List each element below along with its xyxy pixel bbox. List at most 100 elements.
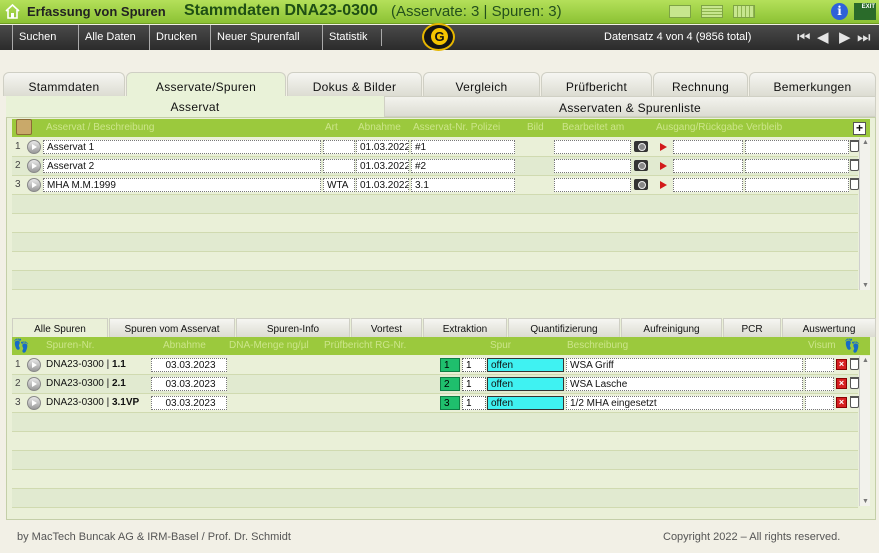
spur-visum[interactable] (805, 358, 834, 372)
home-icon[interactable] (4, 3, 21, 20)
open-arrow-icon[interactable] (27, 377, 41, 391)
trash-icon[interactable] (850, 178, 859, 190)
play-icon[interactable] (660, 162, 667, 170)
tab-spuren-info[interactable]: Spuren-Info (236, 318, 350, 337)
open-arrow-icon[interactable] (27, 159, 41, 173)
camera-icon[interactable] (634, 160, 648, 171)
asservat-bearbeitet[interactable] (554, 178, 631, 192)
new-case-button[interactable]: Neuer Spurenfall (210, 25, 316, 50)
info-icon[interactable]: i (831, 3, 848, 20)
tab-aufreinigung[interactable]: Aufreinigung (621, 318, 722, 337)
asservat-ausgang[interactable] (673, 140, 743, 154)
tab-dokus-bilder[interactable]: Dokus & Bilder (287, 72, 422, 96)
trash-icon[interactable] (850, 140, 859, 152)
close-icon[interactable]: × (836, 359, 847, 370)
camera-icon[interactable] (634, 179, 648, 190)
statistics-button[interactable]: Statistik (322, 25, 382, 50)
spur-number-b[interactable]: 1 (462, 377, 486, 391)
tab-spuren-vom-asservat[interactable]: Spuren vom Asservat (109, 318, 235, 337)
asservat-row[interactable]: 2 Asservat 2 01.03.2022 #2 (12, 157, 859, 176)
close-icon[interactable]: × (836, 378, 847, 389)
asservat-beschreibung[interactable]: Asservat 2 (43, 159, 321, 173)
asservat-scrollbar[interactable]: ▲ ▼ (859, 138, 870, 290)
subtab-asservat[interactable]: Asservat (6, 96, 384, 117)
tab-vergleich[interactable]: Vergleich (423, 72, 540, 96)
add-spur-icon[interactable]: 👣 (844, 338, 860, 354)
trash-icon[interactable] (850, 377, 859, 389)
tab-stammdaten[interactable]: Stammdaten (3, 72, 125, 96)
asservat-ausgang[interactable] (673, 178, 743, 192)
previous-record-icon[interactable]: ◀ (817, 29, 829, 46)
asservat-row[interactable]: 3 MHA M.M.1999 WTA 01.03.2022 3.1 (12, 176, 859, 195)
open-arrow-icon[interactable] (27, 178, 41, 192)
spur-abnahme[interactable]: 03.03.2023 (151, 377, 227, 391)
spur-beschreibung[interactable]: WSA Lasche (566, 377, 803, 391)
asservat-nr[interactable]: 3.1 (411, 178, 515, 192)
last-record-icon[interactable]: ⏭ (857, 29, 871, 46)
spur-number-b[interactable]: 1 (462, 358, 486, 372)
asservat-verbleib[interactable] (745, 140, 849, 154)
trash-icon[interactable] (850, 396, 859, 408)
tab-pruefbericht[interactable]: Prüfbericht (541, 72, 652, 96)
tab-quantifizierung[interactable]: Quantifizierung (508, 318, 620, 337)
spur-status[interactable]: offen (487, 396, 564, 410)
exit-icon[interactable]: EXIT (854, 3, 876, 20)
close-icon[interactable]: × (836, 397, 847, 408)
spur-visum[interactable] (805, 396, 834, 410)
asservat-row[interactable]: 1 Asservat 1 01.03.2022 #1 (12, 138, 859, 157)
spur-beschreibung[interactable]: 1/2 MHA eingesetzt (566, 396, 803, 410)
asservat-verbleib[interactable] (745, 159, 849, 173)
open-arrow-icon[interactable] (27, 358, 41, 372)
search-button[interactable]: Suchen (12, 25, 78, 50)
asservat-verbleib[interactable] (745, 178, 849, 192)
spur-status[interactable]: offen (487, 377, 564, 391)
print-button[interactable]: Drucken (149, 25, 209, 50)
spur-abnahme[interactable]: 03.03.2023 (151, 358, 227, 372)
next-record-icon[interactable]: ▶ (839, 29, 851, 46)
tab-bemerkungen[interactable]: Bemerkungen (749, 72, 876, 96)
spuren-scrollbar[interactable]: ▲ ▼ (859, 356, 870, 506)
spur-visum[interactable] (805, 377, 834, 391)
asservat-bearbeitet[interactable] (554, 140, 631, 154)
trash-icon[interactable] (850, 358, 859, 370)
spur-row[interactable]: 1 DNA23-0300 | 1.1 03.03.2023 1 1 offen … (12, 356, 859, 375)
camera-icon[interactable] (634, 141, 648, 152)
open-arrow-icon[interactable] (27, 396, 41, 410)
tab-extraktion[interactable]: Extraktion (423, 318, 507, 337)
asservat-nr[interactable]: #2 (411, 159, 515, 173)
play-icon[interactable] (660, 143, 667, 151)
spur-number-a[interactable]: 2 (440, 377, 460, 391)
asservat-nr[interactable]: #1 (411, 140, 515, 154)
spur-abnahme[interactable]: 03.03.2023 (151, 396, 227, 410)
trash-icon[interactable] (850, 159, 859, 171)
asservat-abnahme[interactable]: 01.03.2022 (356, 178, 409, 192)
asservat-beschreibung[interactable]: Asservat 1 (43, 140, 321, 154)
all-data-button[interactable]: Alle Daten (78, 25, 144, 50)
asservat-art[interactable] (323, 159, 355, 173)
layout-table-icon[interactable] (733, 5, 755, 18)
open-arrow-icon[interactable] (27, 140, 41, 154)
tab-asservate-spuren[interactable]: Asservate/Spuren (126, 72, 286, 98)
asservat-bearbeitet[interactable] (554, 159, 631, 173)
asservat-ausgang[interactable] (673, 159, 743, 173)
first-record-icon[interactable]: ⏮ (797, 29, 811, 46)
spur-row[interactable]: 3 DNA23-0300 | 3.1VP 03.03.2023 3 1 offe… (12, 394, 859, 413)
spur-row[interactable]: 2 DNA23-0300 | 2.1 03.03.2023 2 1 offen … (12, 375, 859, 394)
asservat-abnahme[interactable]: 01.03.2022 (356, 140, 409, 154)
asservat-abnahme[interactable]: 01.03.2022 (356, 159, 409, 173)
asservat-art[interactable] (323, 140, 355, 154)
add-asservat-button[interactable]: + (853, 122, 866, 135)
spur-number-a[interactable]: 3 (440, 396, 460, 410)
tab-auswertung[interactable]: Auswertung (782, 318, 876, 337)
play-icon[interactable] (660, 181, 667, 189)
asservat-art[interactable]: WTA (323, 178, 355, 192)
tab-alle-spuren[interactable]: Alle Spuren (12, 318, 108, 337)
layout-single-icon[interactable] (669, 5, 691, 18)
spur-beschreibung[interactable]: WSA Griff (566, 358, 803, 372)
spur-status[interactable]: offen (487, 358, 564, 372)
layout-list-icon[interactable] (701, 5, 723, 18)
tab-rechnung[interactable]: Rechnung (653, 72, 748, 96)
tab-pcr[interactable]: PCR (723, 318, 781, 337)
spur-number-b[interactable]: 1 (462, 396, 486, 410)
tab-vortest[interactable]: Vortest (351, 318, 422, 337)
